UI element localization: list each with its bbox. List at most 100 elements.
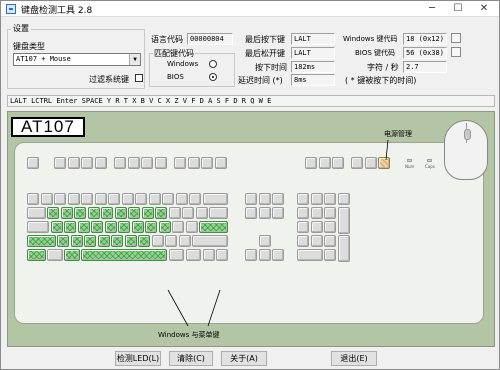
keyboard-model-label: AT107 bbox=[11, 117, 85, 137]
about-button[interactable]: 关于(A) bbox=[221, 351, 267, 366]
led-test-button[interactable]: 检测LED(L) bbox=[115, 351, 161, 366]
windows-keycode-label: Windows 键代码 bbox=[343, 35, 398, 43]
bios-radio[interactable] bbox=[209, 73, 217, 81]
navigation-key bbox=[272, 193, 284, 205]
key-history-field: LALT LCTRL Enter SPACE Y R T X B V C X Z… bbox=[7, 95, 495, 107]
function-key bbox=[201, 157, 213, 169]
delay-time-field: 8ms bbox=[291, 74, 335, 86]
numpad-enter-key bbox=[337, 235, 350, 262]
exit-button[interactable]: 退出(E) bbox=[331, 351, 377, 366]
function-key bbox=[214, 157, 227, 169]
number-key bbox=[162, 193, 174, 205]
power-key bbox=[351, 157, 363, 169]
chars-per-sec-label: 字符 / 秒 bbox=[367, 63, 399, 72]
clear-button[interactable]: 清除(C) bbox=[169, 351, 213, 366]
letter-key bbox=[141, 207, 154, 219]
last-released-label: 最后松开键 bbox=[245, 49, 285, 58]
letter-key bbox=[57, 235, 70, 247]
number-key bbox=[94, 193, 107, 205]
power-key bbox=[364, 157, 377, 169]
right-ctrl-key bbox=[216, 249, 228, 261]
function-key bbox=[187, 157, 200, 169]
function-key bbox=[94, 157, 107, 169]
number-key bbox=[148, 193, 161, 205]
press-time-field: 182ms bbox=[291, 61, 335, 73]
filter-system-keys-checkbox[interactable] bbox=[135, 74, 143, 82]
numpad-key bbox=[310, 193, 323, 205]
keyboard-type-value: AT107 + Mouse bbox=[16, 55, 71, 63]
number-key bbox=[81, 193, 93, 205]
press-time-label: 按下时间 bbox=[255, 63, 287, 72]
numpad-dot-key bbox=[324, 249, 336, 261]
letter-key bbox=[60, 207, 73, 219]
numpad-zero-key bbox=[297, 249, 323, 261]
letter-key bbox=[70, 235, 83, 247]
letter-key bbox=[185, 221, 198, 233]
right-windows-key bbox=[185, 249, 201, 261]
left-shift-key bbox=[27, 235, 56, 247]
backslash-key bbox=[209, 207, 228, 219]
windows-radio-label: Windows bbox=[167, 60, 199, 68]
navigation-key bbox=[245, 193, 257, 205]
function-key bbox=[114, 157, 126, 169]
letter-key bbox=[172, 221, 185, 233]
minimize-button[interactable]: ─ bbox=[421, 1, 443, 17]
delay-time-label: 延迟时间 (*) bbox=[238, 76, 283, 85]
last-pressed-label: 最后按下键 bbox=[245, 35, 285, 44]
numpad-key bbox=[324, 221, 336, 233]
maximize-button[interactable]: ☐ bbox=[447, 1, 469, 17]
number-key bbox=[54, 193, 66, 205]
letter-key bbox=[195, 207, 208, 219]
title-bar: 键盘检测工具 2.8 ─ ☐ ✕ bbox=[1, 1, 499, 17]
filter-system-keys-label: 过滤系统键 bbox=[89, 75, 129, 84]
bios-radio-label: BIOS bbox=[167, 73, 184, 81]
letter-key bbox=[114, 207, 127, 219]
function-key bbox=[54, 157, 66, 169]
keyboard-panel: AT107 NumCapsScroll 电源管理 Windows 与菜单键 bbox=[7, 111, 495, 347]
bios-keycode-field: 56 (0x38) bbox=[403, 47, 447, 59]
letter-key bbox=[84, 235, 97, 247]
letter-key bbox=[145, 221, 158, 233]
letter-key bbox=[77, 221, 90, 233]
number-key bbox=[189, 193, 201, 205]
numpad-key bbox=[324, 235, 336, 247]
caps-lock-key bbox=[27, 221, 50, 233]
window-title: 键盘检测工具 2.8 bbox=[21, 6, 93, 16]
function-key bbox=[174, 157, 186, 169]
navigation-key bbox=[258, 207, 271, 219]
led-indicator bbox=[427, 159, 432, 162]
numpad-plus-key bbox=[337, 207, 350, 234]
numpad-key bbox=[297, 193, 309, 205]
numpad-key bbox=[324, 193, 336, 205]
language-code-label: 语言代码 bbox=[151, 35, 183, 44]
numpad-key bbox=[297, 221, 309, 233]
last-released-field: LALT bbox=[291, 47, 335, 59]
function-key bbox=[141, 157, 153, 169]
language-code-field: 00000804 bbox=[187, 33, 233, 45]
function-key bbox=[81, 157, 93, 169]
match-code-label: 匹配键代码 bbox=[153, 48, 195, 59]
settings-group-label: 设置 bbox=[11, 23, 31, 34]
letter-key bbox=[87, 207, 100, 219]
numpad-key bbox=[297, 207, 309, 219]
letter-key bbox=[124, 235, 137, 247]
navigation-key bbox=[245, 207, 257, 219]
chevron-down-icon[interactable]: ▼ bbox=[129, 54, 140, 65]
letter-key bbox=[104, 221, 117, 233]
left-windows-key bbox=[47, 249, 63, 261]
right-alt-key bbox=[168, 249, 185, 261]
bios-keycode-indicator bbox=[451, 47, 461, 57]
letter-key bbox=[91, 221, 104, 233]
arrow-key bbox=[272, 249, 284, 261]
system-key bbox=[305, 157, 317, 169]
number-key bbox=[135, 193, 147, 205]
windows-radio[interactable] bbox=[209, 60, 217, 68]
close-button[interactable]: ✕ bbox=[473, 1, 495, 17]
navigation-key bbox=[272, 207, 284, 219]
arrow-key bbox=[258, 249, 271, 261]
led-label: Num bbox=[405, 164, 415, 169]
letter-key bbox=[74, 207, 87, 219]
keyboard-type-select[interactable]: AT107 + Mouse ▼ bbox=[13, 53, 141, 66]
windows-menu-keys-label: Windows 与菜单键 bbox=[158, 331, 220, 339]
power-key bbox=[378, 157, 390, 169]
